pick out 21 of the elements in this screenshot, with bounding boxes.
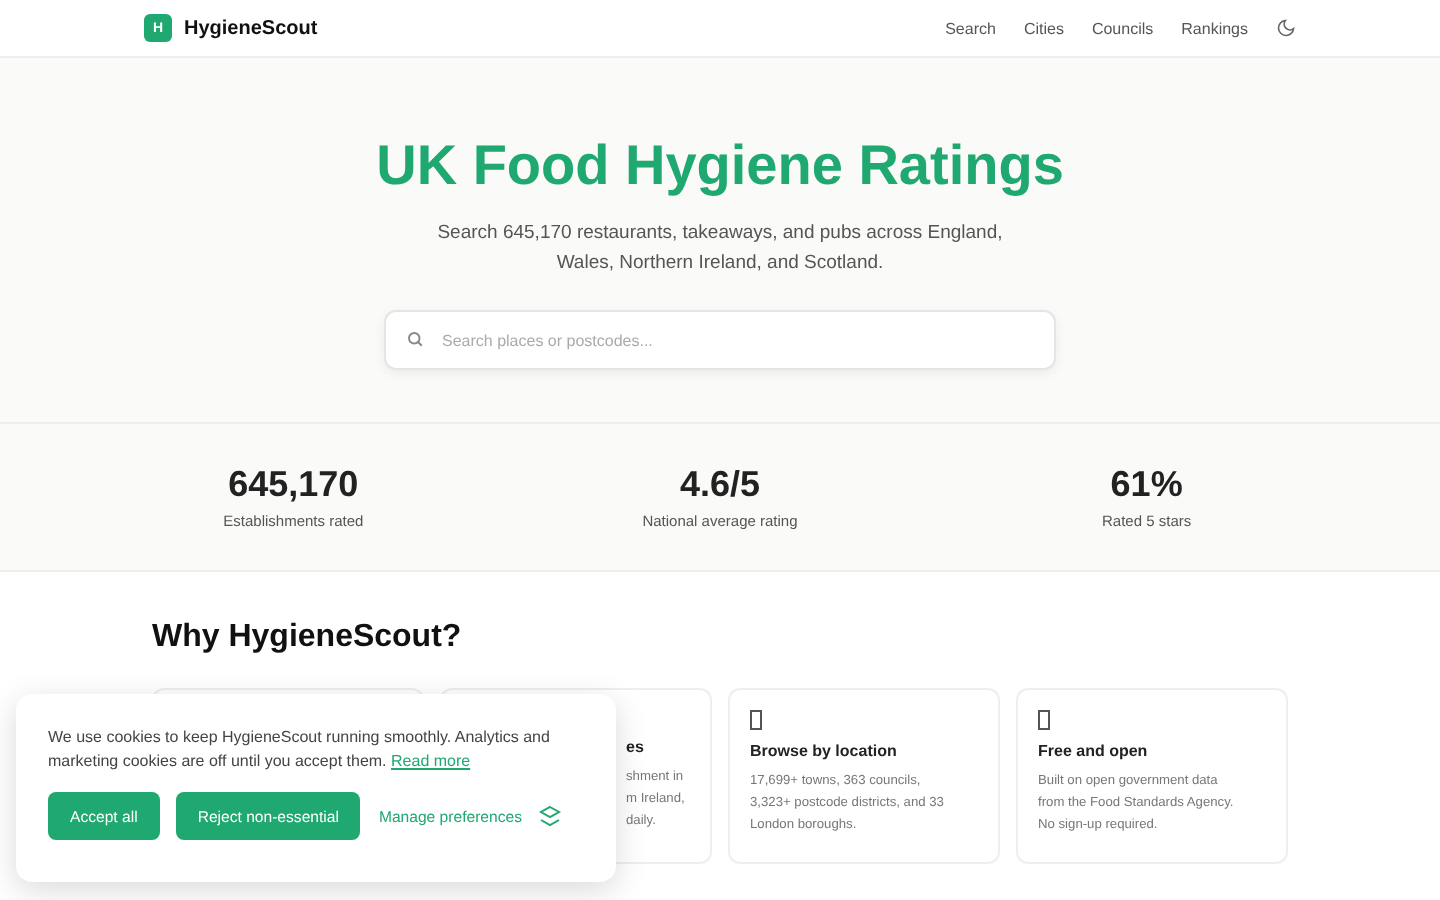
placeholder-glyph-icon xyxy=(750,710,762,730)
stat-value: 645,170 xyxy=(228,464,359,506)
page-title: UK Food Hygiene Ratings xyxy=(376,134,1064,198)
card-title: es xyxy=(626,738,646,756)
search-icon xyxy=(406,330,424,348)
nav-link[interactable]: Search xyxy=(945,19,996,37)
moon-icon[interactable] xyxy=(1276,18,1296,38)
layers-icon xyxy=(538,804,562,828)
nav-link[interactable]: Cities xyxy=(1023,19,1064,37)
subtitle: Search 645,170 restaurants, takeaways, and pubs across England, Wales, Northern Ireland, and Scotland. xyxy=(435,220,1005,278)
stat-value: 4.6/5 xyxy=(679,464,761,506)
stat-value: 61% xyxy=(1110,464,1183,506)
brand-name[interactable]: HygieneScout xyxy=(184,17,318,39)
section-heading: Why HygieneScout? xyxy=(152,620,464,656)
search-field[interactable]: Search places or postcodes... xyxy=(384,310,1056,370)
placeholder-glyph-icon xyxy=(1038,710,1050,730)
cookie-text: We use cookies to keep HygieneScout running smoothly. Analytics and marketing cookies are off until you accept them. Read more xyxy=(48,726,552,774)
nav-link[interactable]: Councils xyxy=(1091,19,1154,37)
nav-link[interactable]: Rankings xyxy=(1181,19,1248,37)
card-title: Free and open xyxy=(1038,742,1150,760)
card-title: Browse by location xyxy=(750,742,899,760)
